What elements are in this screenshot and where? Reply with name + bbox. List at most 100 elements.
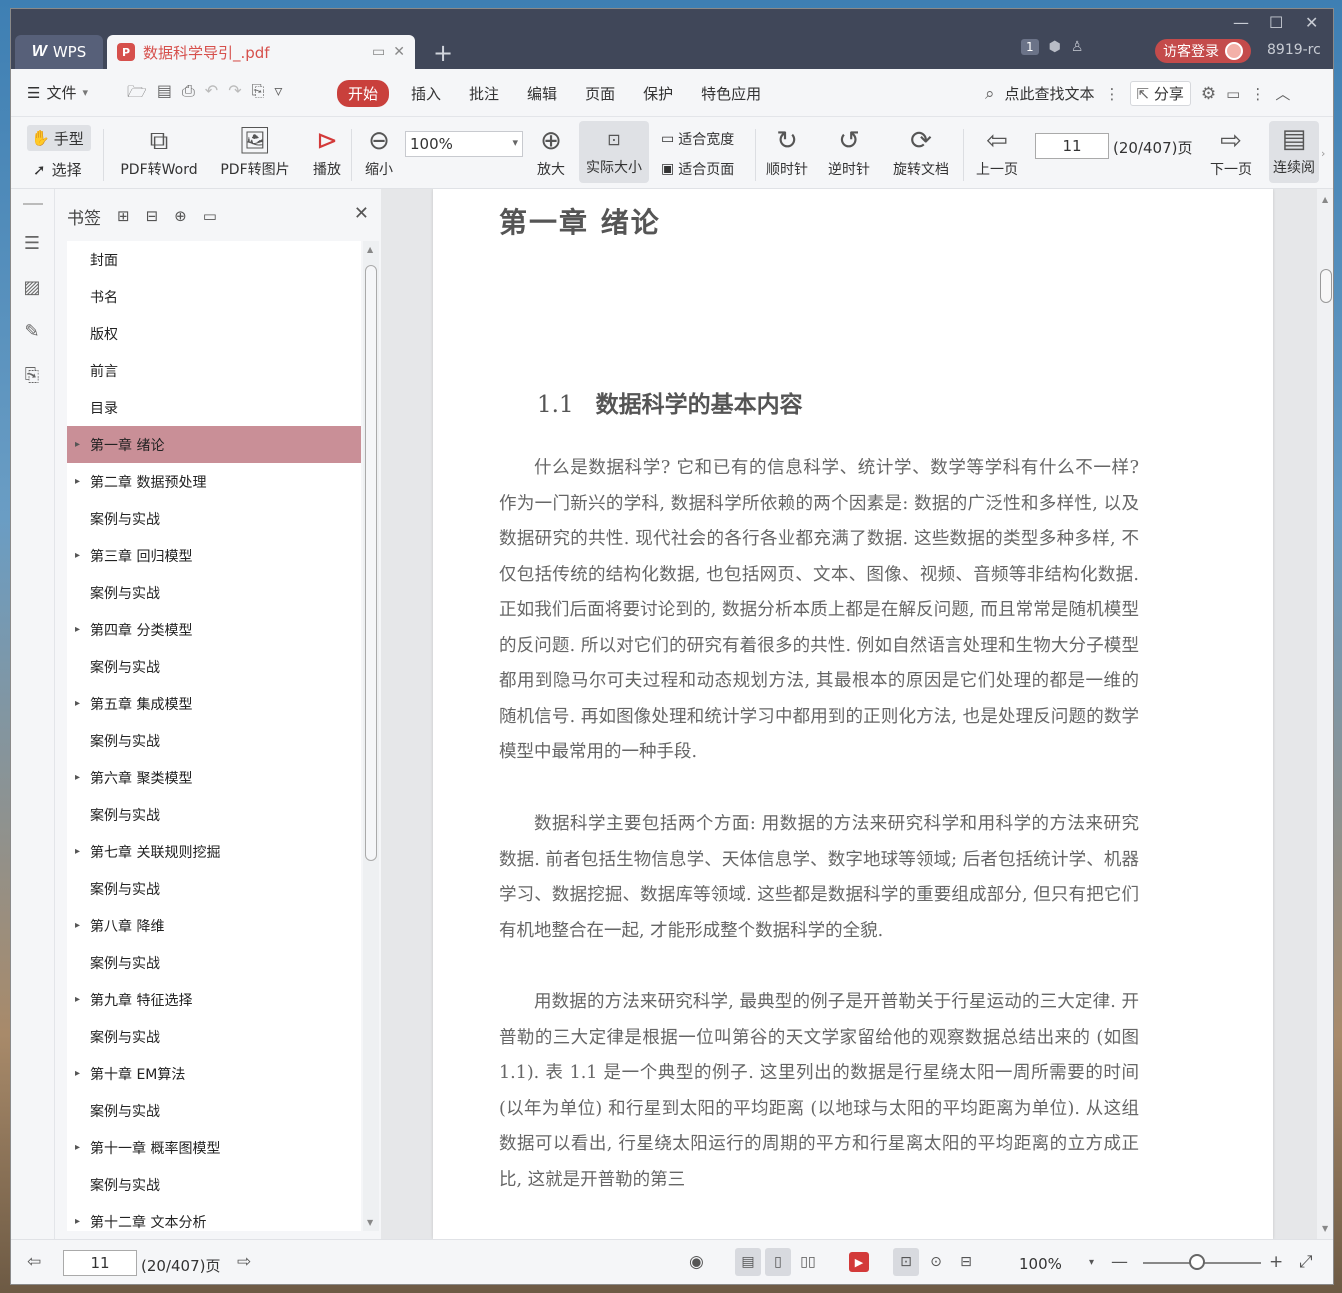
rotate-clockwise-button[interactable]: ↻ 顺时针: [761, 123, 813, 179]
bookmark-item[interactable]: 案例与实战: [67, 648, 361, 685]
bookmark-item[interactable]: 案例与实战: [67, 796, 361, 833]
tab-insert[interactable]: 插入: [411, 80, 441, 107]
next-page-button[interactable]: ⇨ 下一页: [1205, 123, 1257, 179]
bookmark-item[interactable]: 第七章 关联规则挖掘: [67, 833, 361, 870]
bookmark-item[interactable]: 第八章 降维: [67, 907, 361, 944]
fit-page-status-icon[interactable]: ⊙: [923, 1248, 949, 1276]
bookmark-scroll-thumb[interactable]: [365, 265, 377, 861]
comment-icon[interactable]: ▭: [1226, 85, 1240, 103]
undo-icon[interactable]: ↶: [205, 81, 218, 108]
bookmark-item[interactable]: 第三章 回归模型: [67, 537, 361, 574]
thumbnail-icon[interactable]: ▨: [21, 277, 43, 299]
export-icon[interactable]: ⎘: [252, 81, 265, 108]
tab-wps-home[interactable]: W WPS: [15, 35, 103, 69]
add-bookmark-icon[interactable]: ⊕: [174, 207, 187, 225]
zoom-out-button[interactable]: ⊖ 缩小: [361, 123, 397, 179]
status-next-page-icon[interactable]: ⇨: [237, 1252, 251, 1272]
more-quick-icon[interactable]: ▿: [274, 81, 282, 108]
rotate-counterclockwise-button[interactable]: ↺ 逆时针: [823, 123, 875, 179]
play-button[interactable]: ⊳ 播放: [309, 123, 345, 179]
actual-size-status-icon[interactable]: ⊡: [893, 1248, 919, 1276]
tab-edit[interactable]: 编辑: [527, 80, 557, 107]
zoom-slider-knob[interactable]: [1189, 1254, 1205, 1270]
bookmark-item[interactable]: 第十章 EM算法: [67, 1055, 361, 1092]
document-viewport[interactable]: 第一章 绪论 1.1 数据科学的基本内容 什么是数据科学? 它和已有的信息科学、…: [381, 189, 1317, 1239]
bookmark-item[interactable]: 封面: [67, 241, 361, 278]
collapse-ribbon-icon[interactable]: ︿: [1275, 83, 1290, 104]
eye-protection-icon[interactable]: ◉: [689, 1252, 704, 1272]
minimize-icon[interactable]: —: [1233, 13, 1249, 32]
print-icon[interactable]: ⎙: [182, 81, 195, 108]
bookmark-item[interactable]: 案例与实战: [67, 1092, 361, 1129]
more-icon[interactable]: ⋮: [1250, 85, 1265, 103]
scroll-down-icon[interactable]: ▼: [367, 1218, 373, 1227]
bookmark-item[interactable]: 版权: [67, 315, 361, 352]
bookmark-item[interactable]: 第六章 聚类模型: [67, 759, 361, 796]
single-page-view-icon[interactable]: ▯: [765, 1248, 791, 1276]
status-zoom-value[interactable]: 100%: [1019, 1255, 1062, 1273]
search-text-button[interactable]: 点此查找文本: [1005, 83, 1095, 104]
bookmark-item[interactable]: 前言: [67, 352, 361, 389]
status-page-input[interactable]: 11: [63, 1250, 137, 1276]
doc-scroll-up-icon[interactable]: ▲: [1322, 195, 1328, 204]
login-button[interactable]: 访客登录: [1155, 39, 1251, 63]
close-panel-icon[interactable]: ✕: [354, 203, 369, 224]
status-zoom-in-icon[interactable]: +: [1269, 1252, 1283, 1272]
rotate-document-button[interactable]: ⟳ 旋转文档: [889, 123, 953, 179]
tab-annotate[interactable]: 批注: [469, 80, 499, 107]
share-button[interactable]: ⇱ 分享: [1129, 81, 1191, 106]
bookmark-item[interactable]: 第五章 集成模型: [67, 685, 361, 722]
pdf-to-word-button[interactable]: ⧉ PDF转Word: [115, 123, 203, 179]
select-tool-button[interactable]: ➚ 选择: [33, 159, 82, 180]
fit-width-button[interactable]: ▭ 适合宽度: [661, 129, 734, 149]
kebab-icon[interactable]: ⋮: [1105, 85, 1120, 103]
bookmark-item[interactable]: 案例与实战: [67, 1166, 361, 1203]
page-number-input[interactable]: 11: [1035, 133, 1109, 159]
pdf-to-image-button[interactable]: 🖼 PDF转图片: [215, 123, 295, 179]
bookmark-options-icon[interactable]: ▭: [203, 207, 217, 225]
bookmark-item[interactable]: 第二章 数据预处理: [67, 463, 361, 500]
zoom-dropdown-icon[interactable]: ▾: [1089, 1257, 1094, 1268]
tab-protect[interactable]: 保护: [643, 80, 673, 107]
save-icon[interactable]: ▤: [157, 81, 172, 108]
scroll-up-icon[interactable]: ▲: [367, 245, 373, 254]
bookmark-list-icon[interactable]: ☰: [21, 233, 43, 255]
pin-icon[interactable]: ▭: [372, 44, 385, 60]
new-tab-button[interactable]: +: [433, 39, 453, 67]
fit-page-button[interactable]: ▣ 适合页面: [661, 159, 734, 179]
shirt-icon[interactable]: ♙: [1071, 39, 1084, 55]
bookmark-item[interactable]: 案例与实战: [67, 500, 361, 537]
bookmark-item[interactable]: 案例与实战: [67, 722, 361, 759]
document-scroll-thumb[interactable]: [1320, 269, 1332, 303]
bookmark-scrollbar[interactable]: ▲ ▼: [363, 241, 379, 1231]
attachment-icon[interactable]: ⎘: [21, 365, 43, 387]
tab-document[interactable]: P 数据科学导引_.pdf ▭ ✕: [107, 35, 415, 69]
maximize-icon[interactable]: ☐: [1269, 13, 1283, 32]
close-window-icon[interactable]: ✕: [1305, 13, 1318, 32]
bookmark-item[interactable]: 第一章 绪论: [67, 426, 361, 463]
annotation-icon[interactable]: ✎: [21, 321, 43, 343]
prev-page-button[interactable]: ⇦ 上一页: [971, 123, 1023, 179]
continuous-read-button[interactable]: ▤ 连续阅: [1269, 121, 1319, 183]
document-scrollbar[interactable]: ▲ ▼: [1317, 189, 1333, 1239]
fit-width-status-icon[interactable]: ⊟: [953, 1248, 979, 1276]
bookmark-item[interactable]: 案例与实战: [67, 870, 361, 907]
skin-icon[interactable]: ⬢: [1049, 39, 1061, 55]
slideshow-icon[interactable]: ▶: [849, 1252, 869, 1272]
search-icon[interactable]: ⌕: [985, 84, 995, 104]
hand-tool-button[interactable]: ✋ 手型: [27, 125, 91, 151]
bookmark-item[interactable]: 案例与实战: [67, 944, 361, 981]
actual-size-button[interactable]: ⊡ 实际大小: [579, 121, 649, 183]
tab-start[interactable]: 开始: [337, 80, 390, 107]
zoom-in-button[interactable]: ⊕ 放大: [533, 123, 569, 179]
window-count-badge[interactable]: 1: [1021, 39, 1039, 55]
bookmark-item[interactable]: 案例与实战: [67, 1018, 361, 1055]
bookmark-item[interactable]: 书名: [67, 278, 361, 315]
bookmark-item[interactable]: 第四章 分类模型: [67, 611, 361, 648]
tab-features[interactable]: 特色应用: [701, 80, 761, 107]
status-prev-page-icon[interactable]: ⇦: [27, 1252, 41, 1272]
close-tab-icon[interactable]: ✕: [393, 44, 405, 60]
bookmark-item[interactable]: 第十二章 文本分析: [67, 1203, 361, 1231]
fullscreen-icon[interactable]: ⤢: [1299, 1252, 1313, 1272]
file-menu[interactable]: ☰ 文件 ▾: [27, 82, 88, 103]
